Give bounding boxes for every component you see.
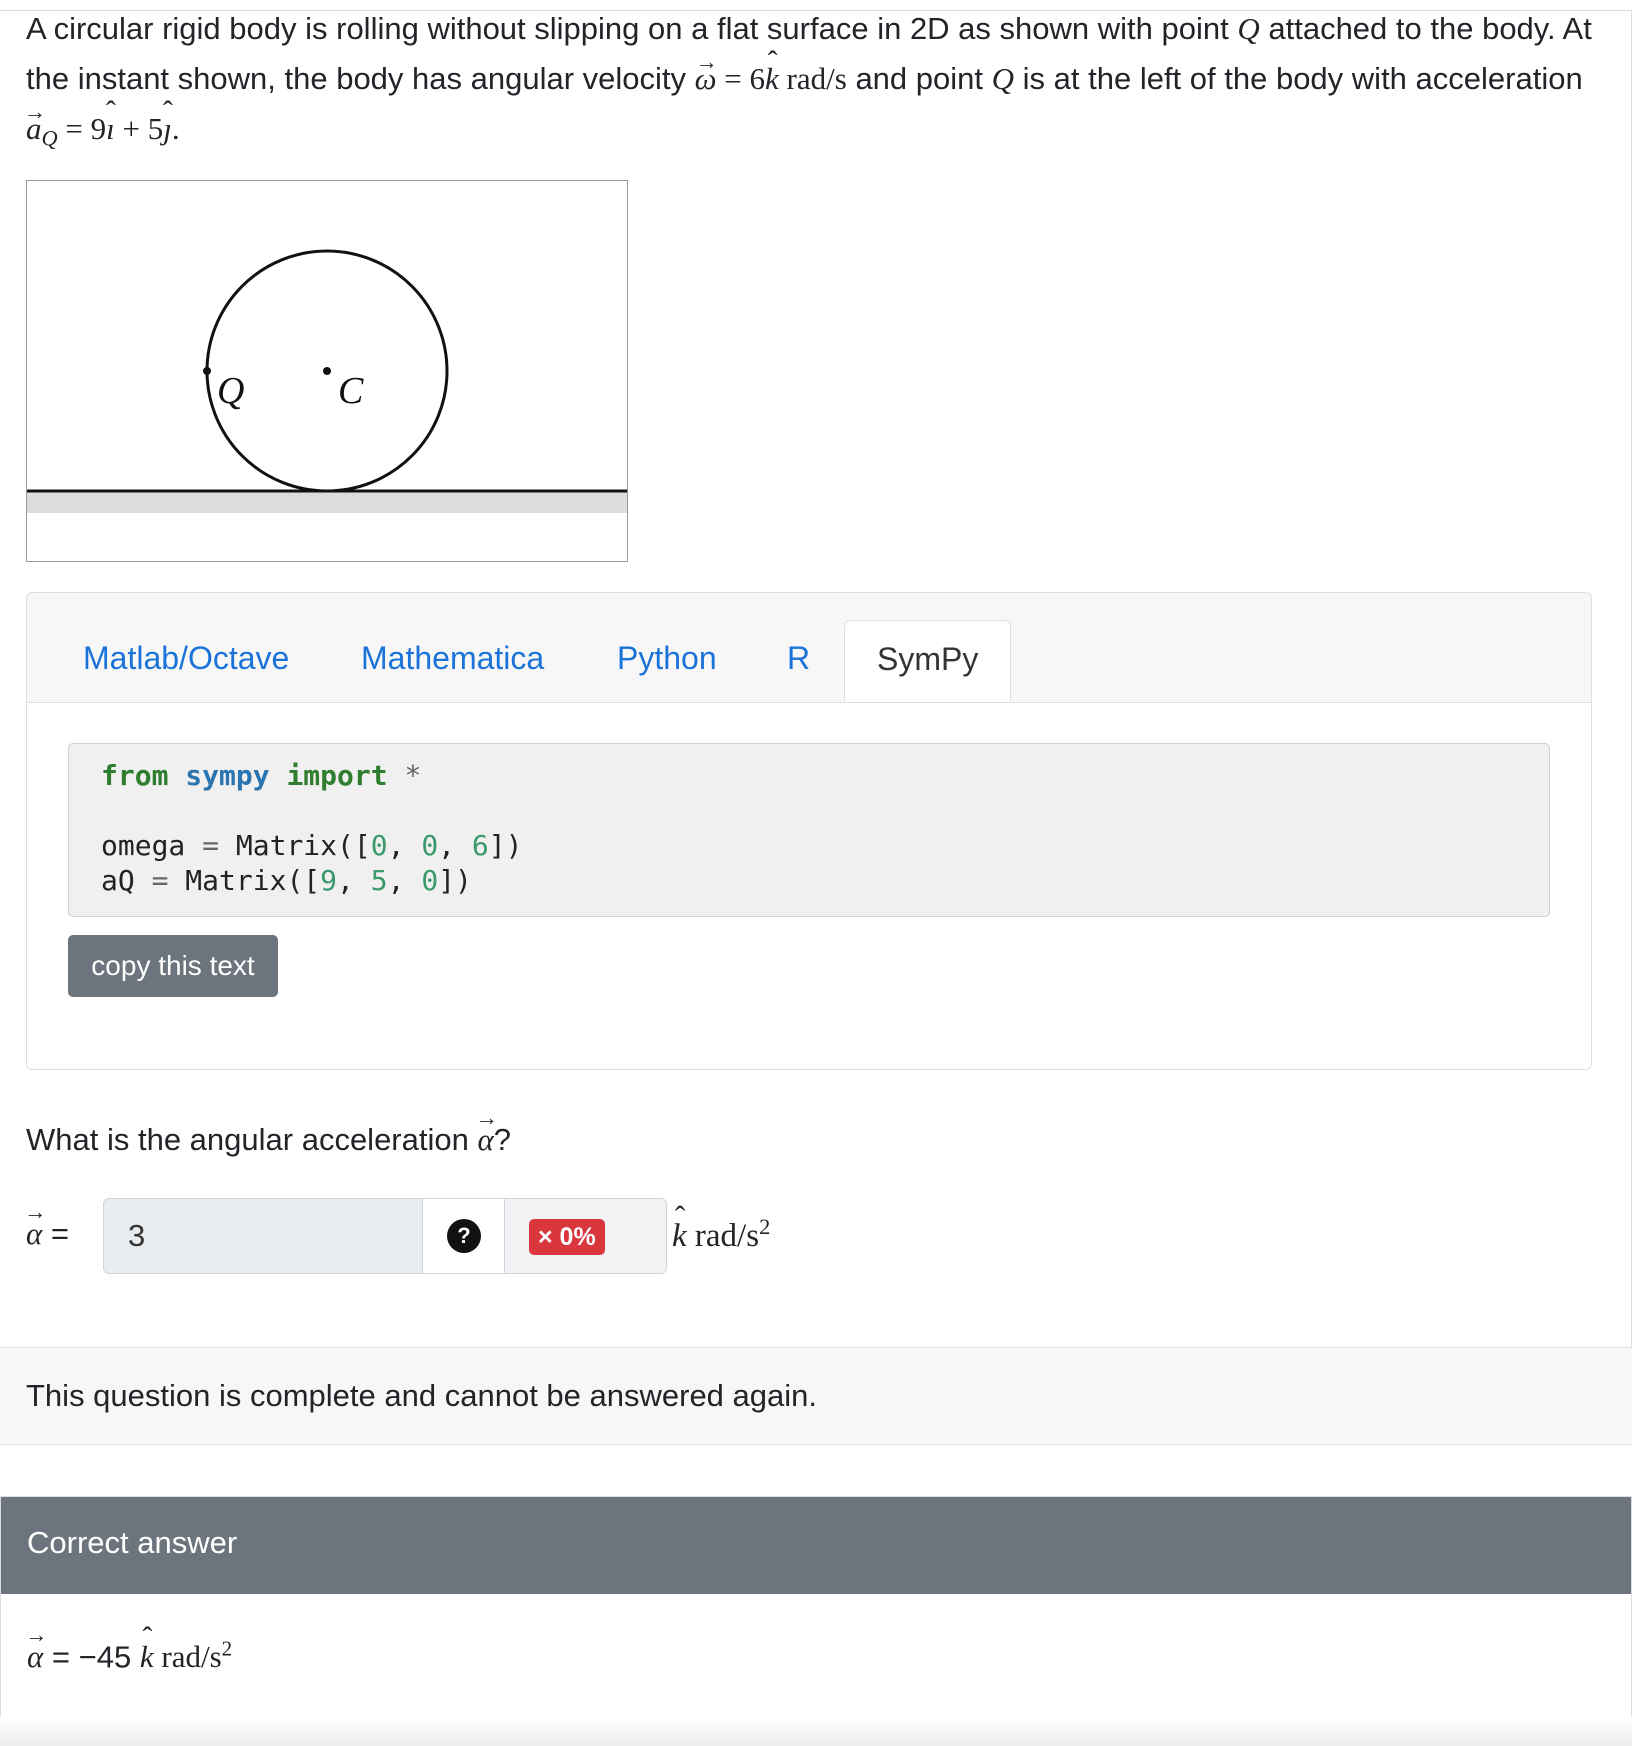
tab-mathematica[interactable]: Mathematica [361,640,544,677]
tab-r[interactable]: R [787,640,810,677]
tab-sympy[interactable]: SymPy [844,620,1012,702]
tab-bar: Matlab/Octave Mathematica Python R SymPy [27,593,1591,703]
correct-answer-title: Correct answer [27,1525,238,1560]
help-cell: ? [422,1199,505,1273]
question-prompt: What is the angular acceleration α? [26,1122,511,1158]
correct-answer-value: α = −45 k rad/s2 [27,1637,232,1675]
status-bar: This question is complete and cannot be … [0,1347,1632,1445]
code-block: from sympy import * omega = Matrix([0, 0… [68,743,1550,917]
point-q [203,367,211,375]
tab-python[interactable]: Python [617,640,717,677]
answer-unit: k rad/s2 [672,1214,770,1255]
answer-input[interactable] [104,1199,422,1273]
point-q-symbol: Q [1237,11,1260,46]
rolling-body-figure: Q C [26,180,628,562]
code-tabs-card: Matlab/Octave Mathematica Python R SymPy… [26,592,1592,1070]
code-line-aq: aQ = Matrix([9, 5, 0]) [101,864,472,897]
question-text: A circular rigid body is rolling without… [26,4,1606,164]
code-line-omega: omega = Matrix([0, 0, 6]) [101,829,523,862]
code-line-import: from sympy import * [101,759,422,792]
status-text: This question is complete and cannot be … [26,1378,817,1413]
ground-surface [27,491,627,513]
score-badge: × 0% [529,1219,605,1255]
figure-svg: Q C [27,249,627,513]
label-c: C [338,370,364,412]
answer-input-group: ? × 0% [103,1198,667,1274]
acceleration-expression: aQ = 9ı + 5ȷ. [26,111,180,151]
tab-matlab-octave[interactable]: Matlab/Octave [83,640,289,677]
help-icon[interactable]: ? [447,1219,481,1253]
bottom-shadow [0,1716,1632,1746]
label-q: Q [217,370,244,412]
copy-text-button[interactable]: copy this text [68,935,278,997]
correct-answer-header: Correct answer [1,1497,1631,1594]
score-cell: × 0% [504,1199,666,1273]
answer-row: α = ? × 0% k rad/s2 [26,1198,806,1274]
center-point [323,367,331,375]
correct-answer-card: Correct answer α = −45 k rad/s2 [0,1496,1632,1746]
answer-label: α = [26,1216,69,1252]
omega-expression: ω = 6k rad/s [695,61,847,96]
